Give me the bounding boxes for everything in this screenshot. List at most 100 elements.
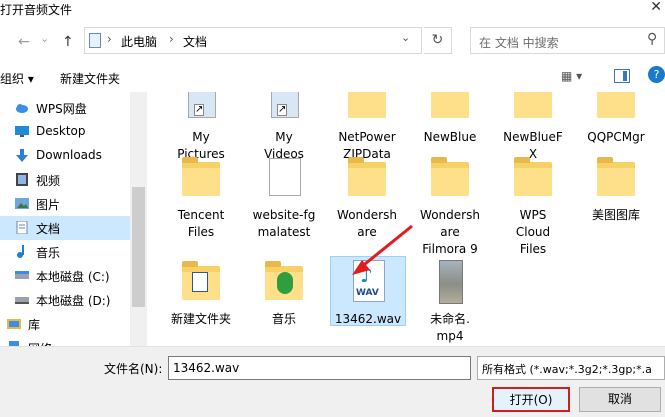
help-icon[interactable]: ?: [648, 66, 665, 83]
file-item-music-folder[interactable]: 音乐: [244, 260, 324, 328]
file-name: 音乐: [271, 312, 296, 326]
chevron-down-icon[interactable]: ⌄: [401, 31, 410, 44]
video-thumbnail-icon: [439, 260, 463, 304]
video-icon: [16, 173, 28, 186]
breadcrumb-separator: ›: [169, 32, 174, 46]
file-item-my-pictures[interactable]: ↗ My Pictures: [161, 92, 241, 163]
download-icon: [16, 149, 28, 162]
close-icon[interactable]: ✕: [650, 0, 662, 15]
file-item-newblue[interactable]: NewBlue: [410, 92, 490, 146]
sidebar-item-label: Desktop: [36, 124, 86, 138]
shortcut-arrow-icon: ↗: [277, 104, 288, 116]
folder-icon: [431, 92, 469, 118]
refresh-icon[interactable]: ↻: [424, 27, 452, 54]
red-arrow-annotation: [352, 224, 413, 275]
file-name: 美图图库: [591, 208, 640, 222]
dialog-footer: 文件名(N): 13462.wav 所有格式 (*.wav;*.3g2;*.3g…: [0, 346, 665, 417]
sidebar-item-music[interactable]: 音乐: [0, 240, 130, 264]
view-options-button[interactable]: ▦ ▾: [561, 69, 582, 83]
search-placeholder: 在 文档 中搜索: [479, 36, 559, 50]
file-item-wondershare-filmora[interactable]: Wondersh are Filmora 9: [410, 156, 490, 258]
search-input[interactable]: 在 文档 中搜索 ⚲: [470, 27, 665, 54]
title-bar: 打开音频文件 ✕: [0, 0, 665, 18]
filetype-select[interactable]: 所有格式 (*.wav;*.3g2;*.3gp;*.a: [477, 356, 665, 380]
drive-icon: [15, 271, 29, 279]
sidebar-item-drive-c[interactable]: 本地磁盘 (C:): [0, 264, 130, 288]
back-arrow-icon[interactable]: ←: [18, 34, 30, 50]
file-name: WPS Cloud Files: [515, 208, 551, 256]
this-pc-icon: [89, 33, 101, 48]
breadcrumb-documents[interactable]: 文档: [183, 33, 207, 50]
sidebar-item-label: 本地磁盘 (D:): [36, 294, 111, 308]
sidebar-item-label: Downloads: [36, 148, 102, 162]
sidebar-item-label: 库: [28, 318, 41, 332]
folder-icon: [514, 92, 552, 118]
search-icon[interactable]: ⚲: [647, 31, 657, 47]
file-item-newbluefx[interactable]: NewBlueF X: [493, 92, 573, 163]
music-overlay-icon: [277, 272, 293, 294]
file-item-tencent-files[interactable]: Tencent Files: [161, 156, 241, 241]
folder-document-icon: [269, 158, 301, 196]
recent-locations-icon[interactable]: ⌄: [40, 32, 49, 45]
file-name: QQPCMgr: [587, 130, 645, 144]
file-name: 13462.wav: [334, 312, 402, 326]
sidebar-item-network[interactable]: 网络: [0, 336, 122, 346]
sidebar-item-wps-cloud[interactable]: WPS网盘: [0, 96, 130, 120]
navigation-pane: WPS网盘 Desktop Downloads 视频 图片 文档 音乐 本地磁盘…: [0, 92, 130, 346]
folder-icon: [348, 92, 386, 118]
file-item-untitled-mp4[interactable]: 未命名. mp4: [410, 260, 490, 345]
sidebar-item-libraries[interactable]: 库: [0, 312, 122, 336]
folder-icon: [597, 157, 635, 196]
organize-button[interactable]: 组织 ▾: [0, 70, 34, 87]
word-document-icon: [192, 272, 208, 292]
command-bar: 组织 ▾ 新建文件夹 ▦ ▾ ?: [0, 62, 665, 92]
desktop-icon: [15, 126, 29, 137]
address-bar[interactable]: › 此电脑 › 文档 ⌄: [84, 27, 422, 54]
file-item-website-fgmalatest[interactable]: website-fg malatest: [244, 156, 324, 241]
file-item-my-videos[interactable]: ↗ My Videos: [244, 92, 324, 163]
folder-icon: [597, 92, 635, 118]
new-folder-button[interactable]: 新建文件夹: [60, 70, 120, 87]
file-item-meitu-gallery[interactable]: 美图图库: [576, 156, 656, 224]
document-icon: [16, 221, 28, 234]
sidebar-item-label: 文档: [36, 222, 61, 236]
sidebar-item-label: 视频: [36, 174, 61, 188]
file-item-wps-cloud-files[interactable]: WPS Cloud Files: [493, 156, 573, 258]
breadcrumb-this-pc[interactable]: 此电脑: [121, 33, 157, 50]
sidebar-item-documents[interactable]: 文档: [0, 216, 130, 240]
preview-pane-icon[interactable]: [614, 69, 630, 83]
picture-icon: [15, 198, 29, 209]
file-name: NewBlue: [423, 130, 477, 144]
sidebar-item-pictures[interactable]: 图片: [0, 192, 130, 216]
breadcrumb-separator: ›: [107, 32, 112, 46]
wav-label: WAV: [356, 288, 379, 298]
window-title: 打开音频文件: [0, 3, 73, 17]
cancel-button[interactable]: 取消: [579, 387, 661, 412]
file-name: website-fg malatest: [252, 208, 316, 239]
filetype-value: 所有格式 (*.wav;*.3g2;*.3gp;*.a: [482, 363, 652, 376]
folder-icon: [431, 157, 469, 196]
file-name: 新建文件夹: [170, 312, 231, 326]
file-item-new-folder[interactable]: 新建文件夹: [161, 260, 241, 328]
cloud-icon: [16, 104, 28, 113]
sidebar-item-videos[interactable]: 视频: [0, 168, 130, 192]
file-name: 未命名. mp4: [430, 312, 470, 343]
sidebar-item-label: 音乐: [36, 246, 61, 260]
file-item-qqpcmgr[interactable]: QQPCMgr: [576, 92, 656, 146]
sidebar-item-desktop[interactable]: Desktop: [0, 120, 130, 144]
library-icon: [7, 319, 21, 329]
sidebar-item-label: 本地磁盘 (C:): [36, 270, 110, 284]
sidebar-item-downloads[interactable]: Downloads: [0, 144, 130, 168]
filename-value: 13462.wav: [173, 361, 240, 375]
sidebar-scrollbar[interactable]: [130, 92, 147, 346]
file-item-netpower-zipdata[interactable]: NetPower ZIPData: [327, 92, 407, 163]
file-list: ↗ My Pictures ↗ My Videos NetPower ZIPDa…: [147, 92, 665, 346]
folder-icon: [514, 157, 552, 196]
folder-icon: [182, 157, 220, 196]
filename-label: 文件名(N):: [104, 362, 163, 376]
sidebar-item-drive-d[interactable]: 本地磁盘 (D:): [0, 288, 130, 312]
scrollbar-thumb[interactable]: [132, 187, 145, 307]
up-arrow-icon[interactable]: ↑: [62, 34, 74, 50]
open-button[interactable]: 打开(O): [492, 387, 570, 412]
filename-input[interactable]: 13462.wav: [168, 356, 471, 380]
